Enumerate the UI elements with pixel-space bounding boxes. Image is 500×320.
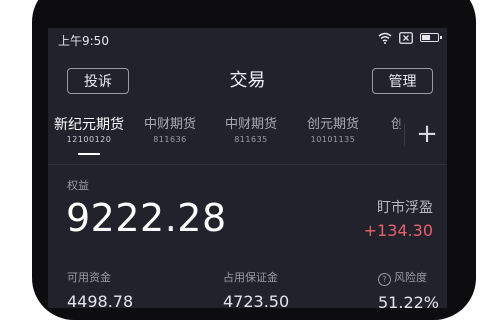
risk-degree: ? 风险度 51.22% — [378, 271, 439, 308]
equity-label: 权益 — [67, 179, 89, 192]
available-funds: 可用资金 4498.78 — [67, 271, 133, 308]
tab-code: 811635 — [234, 135, 268, 144]
equity-value: 9222.28 — [66, 196, 227, 240]
tab-code: 10101135 — [310, 135, 356, 144]
tab-name: 中财期货 — [224, 117, 277, 132]
account-summary: 权益 9222.28 盯市浮盈 +134.30 可用资金 4498.78 占用保… — [48, 165, 447, 308]
margin-used-label: 占用保证金 — [223, 271, 278, 284]
tab-code: 12100120 — [66, 135, 112, 144]
account-tabs: 新纪元期货 12100120 中财期货 811636 中财期货 811635 创… — [48, 116, 447, 162]
plus-icon[interactable]: + — [410, 118, 444, 152]
active-tab-indicator — [78, 153, 100, 155]
sim-x-icon — [399, 32, 413, 44]
help-icon[interactable]: ? — [378, 273, 391, 286]
risk-degree-label: 风险度 — [394, 271, 427, 284]
wifi-icon — [378, 32, 392, 44]
tab-name: 创元期货 — [306, 117, 359, 132]
floating-pnl-label: 盯市浮盈 — [377, 200, 433, 216]
app-header: 投诉 交易 管理 — [48, 52, 447, 108]
battery-icon — [420, 33, 442, 42]
tabs-divider — [404, 124, 405, 146]
floating-pnl-value: +134.30 — [363, 221, 433, 240]
manage-button[interactable]: 管理 — [372, 68, 433, 94]
available-funds-label: 可用资金 — [67, 271, 111, 284]
tab-name: 中财期货 — [143, 117, 196, 132]
status-time: 上午9:50 — [58, 34, 109, 48]
risk-degree-value: 51.22% — [378, 293, 440, 308]
status-bar: 上午9:50 — [48, 28, 447, 52]
tab-account-2[interactable]: 中财期货 811636 — [131, 116, 209, 146]
phone-frame: 上午9:50 投诉 交易 管理 新纪元期货 12100120 中财期货 8116… — [0, 0, 500, 320]
tab-account-4[interactable]: 创元期货 10101135 — [294, 116, 372, 146]
margin-used: 占用保证金 4723.50 — [223, 271, 289, 308]
tab-account-1[interactable]: 新纪元期货 12100120 — [50, 116, 128, 146]
tab-account-3[interactable]: 中财期货 811635 — [212, 116, 290, 146]
tab-code: 811636 — [153, 135, 187, 144]
app-screen: 上午9:50 投诉 交易 管理 新纪元期货 12100120 中财期货 8116… — [48, 28, 447, 308]
tab-name: 新纪元期货 — [54, 117, 124, 133]
